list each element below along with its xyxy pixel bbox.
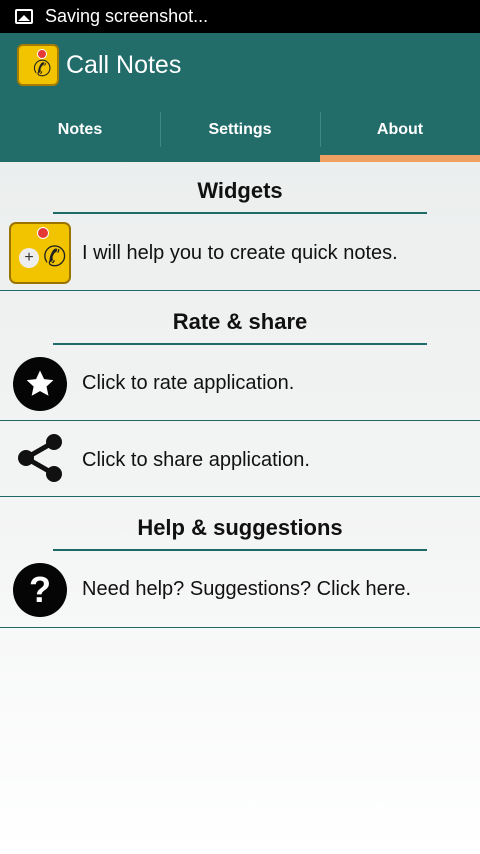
help-row[interactable]: ? Need help? Suggestions? Click here. bbox=[0, 553, 480, 627]
widget-app-icon: + ✆ bbox=[9, 222, 71, 284]
section-title-rate-share: Rate & share bbox=[172, 309, 308, 334]
tab-bar: Notes Settings About bbox=[0, 97, 480, 162]
screenshot-icon bbox=[15, 9, 33, 24]
share-item-text: Click to share application. bbox=[82, 449, 310, 471]
tab-settings[interactable]: Settings bbox=[160, 97, 320, 162]
app-logo-icon: ✆ bbox=[17, 44, 59, 86]
app-bar: ✆ Call Notes bbox=[0, 33, 480, 97]
section-underline bbox=[53, 549, 427, 551]
status-text: Saving screenshot... bbox=[45, 6, 209, 26]
status-bar: Saving screenshot... bbox=[0, 0, 480, 33]
divider bbox=[0, 290, 480, 291]
rate-item-text: Click to rate application. bbox=[82, 372, 295, 394]
share-row[interactable]: Click to share application. bbox=[0, 421, 480, 496]
rate-row[interactable]: Click to rate application. bbox=[0, 347, 480, 420]
help-item-text: Need help? Suggestions? Click here. bbox=[82, 578, 412, 600]
tab-notes[interactable]: Notes bbox=[0, 97, 160, 162]
section-title-widgets: Widgets bbox=[197, 178, 283, 203]
share-icon bbox=[13, 431, 67, 485]
section-title-help: Help & suggestions bbox=[137, 515, 343, 540]
section-underline bbox=[53, 212, 427, 214]
divider bbox=[0, 627, 480, 628]
widgets-row[interactable]: + ✆ I will help you to create quick note… bbox=[0, 216, 480, 290]
widgets-item-text: I will help you to create quick notes. bbox=[82, 242, 398, 264]
divider bbox=[0, 496, 480, 497]
app-title: Call Notes bbox=[66, 50, 182, 79]
star-icon bbox=[13, 357, 67, 411]
help-question-icon: ? bbox=[13, 563, 67, 617]
section-underline bbox=[53, 343, 427, 345]
tab-about[interactable]: About bbox=[320, 97, 480, 162]
